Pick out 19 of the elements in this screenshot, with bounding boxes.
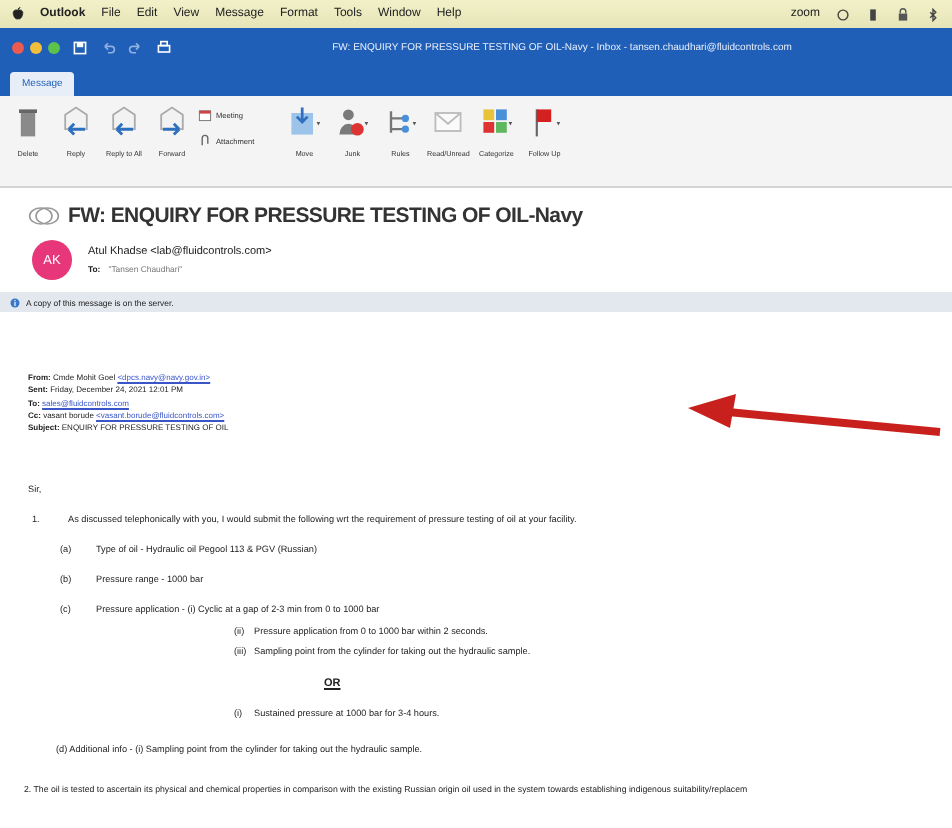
message-subject: FW: ENQUIRY FOR PRESSURE TESTING OF OIL-Navy [68, 204, 583, 228]
zoom-button[interactable] [48, 42, 60, 54]
print-icon[interactable] [156, 40, 172, 56]
reply-all-arrow-icon [106, 104, 142, 140]
apple-logo-icon[interactable] [12, 6, 24, 22]
redo-icon[interactable] [128, 40, 144, 56]
conversation-icon [28, 206, 60, 226]
status-icon[interactable] [836, 7, 850, 21]
lock-icon[interactable] [896, 7, 910, 21]
save-icon[interactable] [72, 40, 88, 56]
undo-icon[interactable] [100, 40, 116, 56]
reply-arrow-icon [58, 104, 94, 140]
forward-arrow-icon [154, 104, 190, 140]
folder-icon [286, 104, 323, 140]
minimize-button[interactable] [30, 42, 42, 54]
calendar-icon [198, 108, 212, 122]
person-block-icon [334, 104, 371, 140]
info-icon [10, 297, 20, 307]
bluetooth-icon[interactable] [926, 7, 940, 21]
